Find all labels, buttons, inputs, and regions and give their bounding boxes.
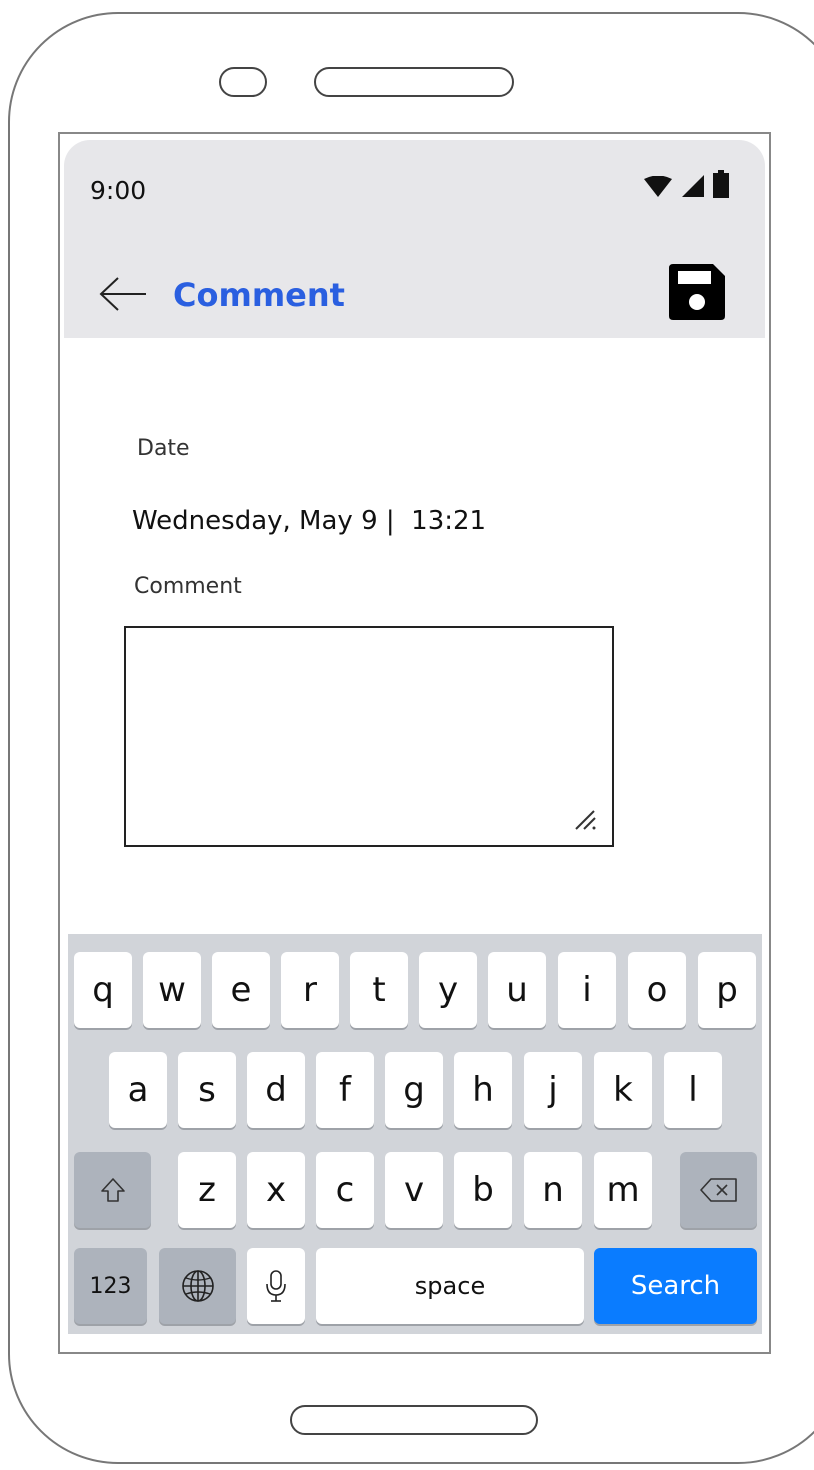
search-key[interactable]: Search: [594, 1248, 757, 1324]
globe-key[interactable]: [159, 1248, 236, 1324]
key-h[interactable]: h: [454, 1052, 512, 1128]
key-f[interactable]: f: [316, 1052, 374, 1128]
key-v[interactable]: v: [385, 1152, 443, 1228]
key-x[interactable]: x: [247, 1152, 305, 1228]
numbers-key[interactable]: 123: [74, 1248, 147, 1324]
backspace-key[interactable]: [680, 1152, 757, 1228]
key-q[interactable]: q: [74, 952, 132, 1028]
arrow-left-icon[interactable]: [98, 274, 148, 314]
app-header: 9:00 Comment: [64, 140, 765, 338]
key-c[interactable]: c: [316, 1152, 374, 1228]
key-z[interactable]: z: [178, 1152, 236, 1228]
comment-textarea[interactable]: [124, 626, 614, 847]
status-icons: [643, 170, 729, 198]
backspace-icon: [699, 1178, 737, 1202]
microphone-key[interactable]: [247, 1248, 305, 1324]
key-p[interactable]: p: [698, 952, 756, 1028]
battery-icon: [713, 170, 729, 198]
phone-speaker: [314, 67, 514, 97]
key-b[interactable]: b: [454, 1152, 512, 1228]
key-l[interactable]: l: [664, 1052, 722, 1128]
resize-handle-icon[interactable]: [572, 805, 598, 831]
key-s[interactable]: s: [178, 1052, 236, 1128]
space-key[interactable]: space: [316, 1248, 584, 1324]
shift-key[interactable]: [74, 1152, 151, 1228]
page-title: Comment: [173, 276, 345, 314]
key-a[interactable]: a: [109, 1052, 167, 1128]
key-u[interactable]: u: [488, 952, 546, 1028]
key-j[interactable]: j: [524, 1052, 582, 1128]
key-i[interactable]: i: [558, 952, 616, 1028]
key-e[interactable]: e: [212, 952, 270, 1028]
key-o[interactable]: o: [628, 952, 686, 1028]
screen: 9:00 Comment Date Wednesday, May 9 | 13:: [58, 132, 771, 1354]
signal-icon: [682, 175, 704, 197]
status-time: 9:00: [90, 176, 147, 205]
phone-camera: [219, 67, 267, 97]
key-g[interactable]: g: [385, 1052, 443, 1128]
shift-icon: [100, 1178, 125, 1202]
on-screen-keyboard: q w e r t y u i o p a s d f g h j k l z …: [68, 934, 762, 1334]
key-w[interactable]: w: [143, 952, 201, 1028]
key-y[interactable]: y: [419, 952, 477, 1028]
comment-label: Comment: [134, 574, 242, 599]
floppy-disk-icon[interactable]: [669, 264, 725, 320]
key-k[interactable]: k: [594, 1052, 652, 1128]
key-r[interactable]: r: [281, 952, 339, 1028]
date-time-value[interactable]: Wednesday, May 9 | 13:21: [132, 506, 486, 536]
key-d[interactable]: d: [247, 1052, 305, 1128]
key-n[interactable]: n: [524, 1152, 582, 1228]
home-button[interactable]: [290, 1405, 538, 1435]
wifi-icon: [644, 176, 672, 197]
date-label: Date: [137, 436, 190, 461]
globe-icon: [181, 1270, 214, 1302]
key-t[interactable]: t: [350, 952, 408, 1028]
key-m[interactable]: m: [594, 1152, 652, 1228]
microphone-icon: [266, 1270, 286, 1302]
